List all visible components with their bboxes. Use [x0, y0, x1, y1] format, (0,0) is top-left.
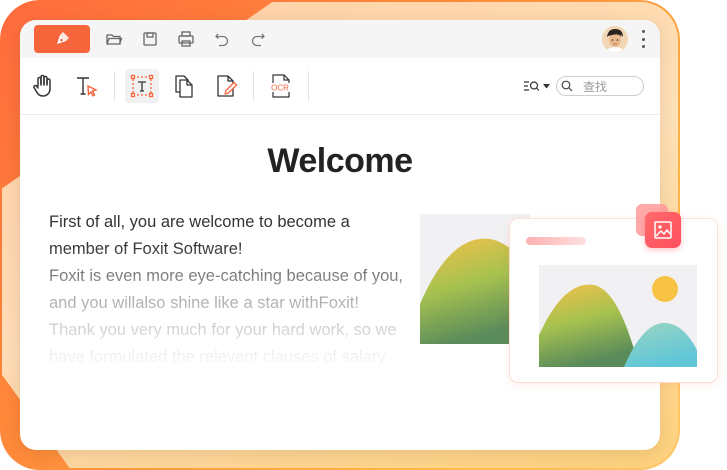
- image-icon: [654, 221, 672, 239]
- text-select-icon: [77, 77, 98, 97]
- document-line: member of Foxit Software!: [49, 240, 243, 258]
- document-line: Thank you very much for your hard work, …: [49, 321, 397, 339]
- card-caption-bar: [526, 237, 586, 245]
- ocr-icon: OCR: [269, 74, 291, 98]
- brand-pen-icon: [57, 32, 69, 44]
- document-body: First of all, you are welcome to become …: [49, 209, 419, 371]
- edit-document-icon: [217, 75, 238, 97]
- image-badge: [645, 212, 681, 248]
- user-avatar[interactable]: [602, 26, 628, 52]
- text-box-icon: [130, 74, 154, 98]
- toolbar-separator: [114, 71, 115, 101]
- document-line: First of all, you are welcome to become …: [49, 213, 350, 231]
- save-icon: [143, 32, 157, 46]
- save-button[interactable]: [140, 29, 160, 49]
- search-input[interactable]: 查找: [556, 76, 644, 96]
- text-select-button[interactable]: [70, 69, 104, 103]
- open-file-button[interactable]: [104, 29, 124, 49]
- redo-icon: [251, 33, 265, 47]
- document-line: have formulated the relevant clauses of …: [49, 348, 386, 366]
- title-bar: [20, 20, 660, 58]
- mountain-image: [539, 265, 697, 367]
- document-title: Welcome: [267, 142, 413, 180]
- edit-text-button[interactable]: [125, 69, 159, 103]
- search-icon: [561, 80, 573, 92]
- toolbar-separator: [253, 71, 254, 101]
- find-options-icon: [524, 81, 540, 91]
- svg-text:OCR: OCR: [271, 84, 289, 93]
- document-line: Foxit is even more eye-catching because …: [49, 267, 404, 285]
- ocr-button[interactable]: OCR: [264, 69, 298, 103]
- redo-button[interactable]: [248, 29, 268, 49]
- document-line: and you willalso shine like a star withF…: [49, 294, 359, 312]
- copy-pages-button[interactable]: [167, 69, 201, 103]
- main-toolbar: OCR 查找: [20, 58, 660, 115]
- undo-icon: [215, 33, 229, 47]
- undo-button[interactable]: [212, 29, 232, 49]
- chevron-down-icon: [543, 83, 550, 88]
- copy-pages-icon: [175, 75, 193, 98]
- search-placeholder: 查找: [583, 79, 608, 94]
- brand-menu-button[interactable]: [34, 25, 90, 53]
- image-preview-card: [510, 219, 717, 382]
- toolbar-separator: [308, 71, 309, 101]
- folder-open-icon: [106, 34, 123, 45]
- hand-tool-button[interactable]: [26, 69, 60, 103]
- edit-document-button[interactable]: [209, 69, 243, 103]
- print-icon: [178, 31, 194, 47]
- hand-tool-icon: [33, 74, 51, 97]
- more-options-button[interactable]: [638, 30, 648, 48]
- find-options-button[interactable]: [523, 79, 550, 93]
- print-button[interactable]: [176, 29, 196, 49]
